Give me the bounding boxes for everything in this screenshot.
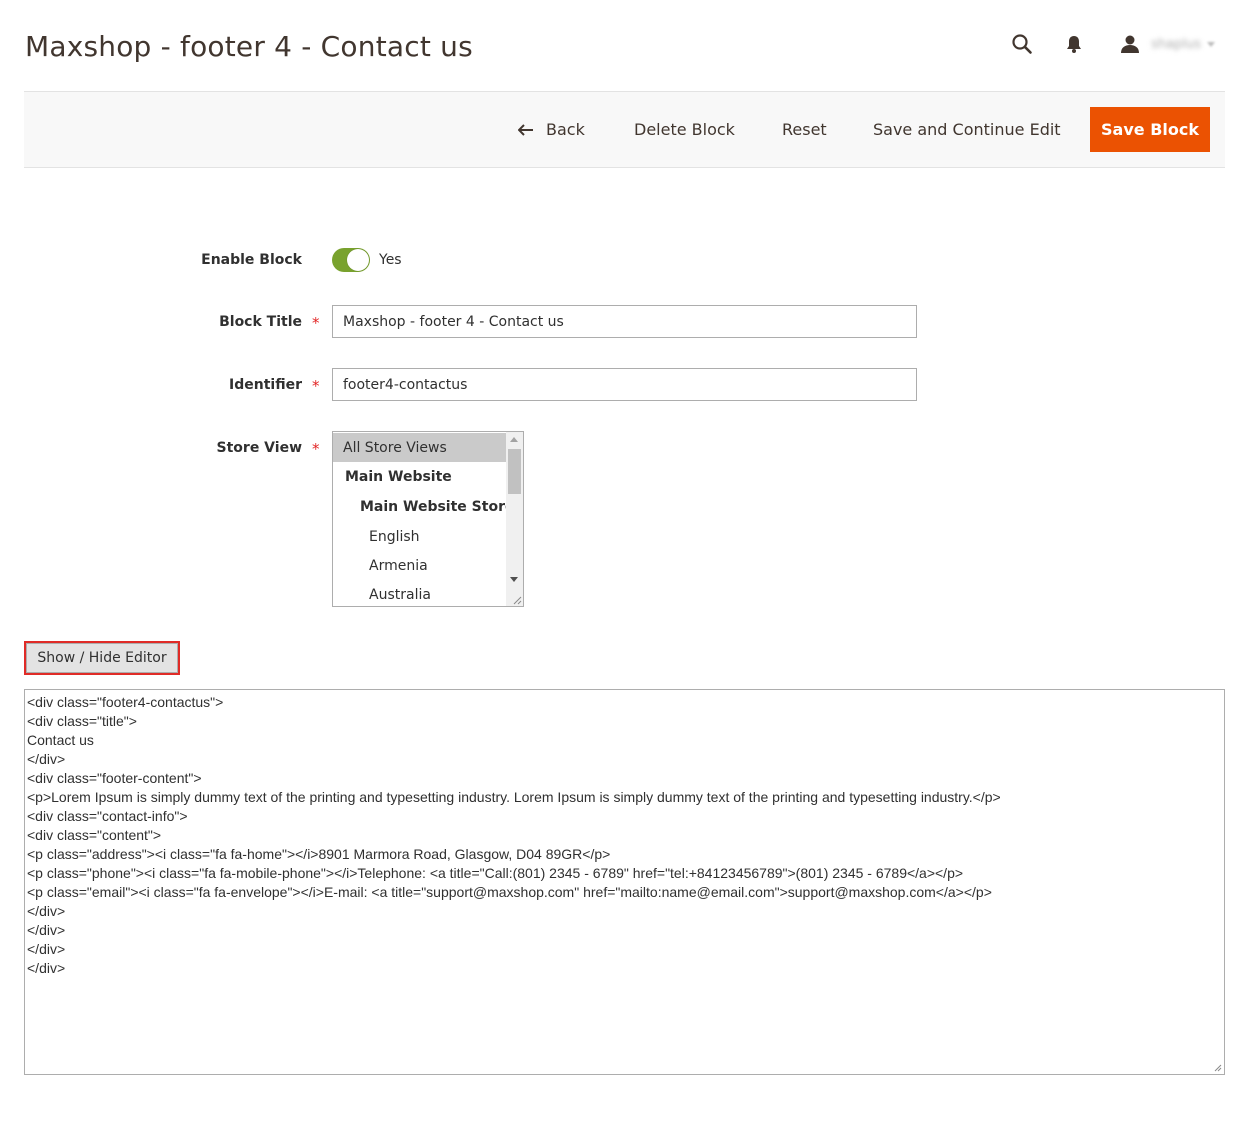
save-and-continue-button[interactable]: Save and Continue Edit <box>873 107 1061 152</box>
identifier-label: Identifier <box>229 377 302 393</box>
page-title: Maxshop - footer 4 - Contact us <box>25 30 473 63</box>
block-title-label: Block Title <box>219 314 302 330</box>
code-line: <div class="content"> <box>27 827 162 843</box>
back-button-label: Back <box>546 120 585 139</box>
toggle-knob <box>347 249 369 271</box>
multiselect-scrollbar[interactable] <box>506 432 523 606</box>
code-line: <p class="email"><i class="fa fa-envelop… <box>27 884 992 900</box>
store-option[interactable]: Main Website <box>333 462 506 491</box>
required-mark: * <box>312 440 320 458</box>
delete-block-button[interactable]: Delete Block <box>634 107 735 152</box>
block-title-input[interactable] <box>332 305 917 338</box>
enable-block-label: Enable Block <box>201 252 302 268</box>
store-option[interactable]: English <box>333 522 506 551</box>
identifier-input[interactable] <box>332 368 917 401</box>
header-actions: shaplus <box>1011 30 1215 58</box>
store-option[interactable]: Armenia <box>333 551 506 580</box>
user-name[interactable]: shaplus <box>1151 37 1201 52</box>
user-icon <box>1119 33 1141 55</box>
bell-icon[interactable] <box>1063 33 1085 55</box>
code-line: </div> <box>27 960 66 976</box>
store-option[interactable]: Australia <box>333 580 506 606</box>
code-line: <p class="address"><i class="fa fa-home"… <box>27 846 611 862</box>
store-view-multiselect[interactable]: All Store Views Main Website Main Websit… <box>332 431 524 607</box>
code-line: Contact us <box>27 732 94 748</box>
scroll-down-icon[interactable] <box>510 577 518 582</box>
scroll-up-icon[interactable] <box>510 437 518 442</box>
page-actions-bar: Back Delete Block Reset Save and Continu… <box>24 91 1225 168</box>
reset-button[interactable]: Reset <box>782 107 827 152</box>
code-line: <div class="footer-content"> <box>27 770 202 786</box>
code-line: <p>Lorem Ipsum is simply dummy text of t… <box>27 789 1001 805</box>
save-block-button[interactable]: Save Block <box>1090 107 1210 152</box>
code-line: </div> <box>27 903 66 919</box>
show-hide-editor-label: Show / Hide Editor <box>26 643 178 673</box>
scrollbar-thumb[interactable] <box>508 449 521 494</box>
code-line: <div class="title"> <box>27 713 137 729</box>
search-icon[interactable] <box>1011 33 1033 55</box>
enable-block-toggle[interactable] <box>332 248 370 272</box>
store-option[interactable]: All Store Views <box>333 433 506 462</box>
required-mark: * <box>312 377 320 395</box>
code-line: </div> <box>27 751 66 767</box>
code-line: </div> <box>27 941 66 957</box>
store-view-label: Store View <box>216 440 302 456</box>
show-hide-editor-button[interactable]: Show / Hide Editor <box>24 641 180 675</box>
arrow-left-icon <box>518 123 533 136</box>
chevron-down-icon <box>1207 41 1215 47</box>
content-editor-textarea[interactable]: <div class="footer4-contactus"> <div cla… <box>24 689 1225 1075</box>
code-line: <p class="phone"><i class="fa fa-mobile-… <box>27 865 964 881</box>
back-button[interactable]: Back <box>518 107 585 152</box>
enable-block-value: Yes <box>379 252 402 268</box>
store-option[interactable]: Main Website Store <box>333 492 514 521</box>
user-menu[interactable]: shaplus <box>1119 33 1215 55</box>
code-line: <div class="footer4-contactus"> <box>27 694 224 710</box>
code-line: </div> <box>27 922 66 938</box>
required-mark: * <box>312 314 320 332</box>
resize-grip-icon[interactable] <box>510 593 522 605</box>
code-line: <div class="contact-info"> <box>27 808 188 824</box>
resize-grip-icon[interactable] <box>1212 1062 1222 1072</box>
